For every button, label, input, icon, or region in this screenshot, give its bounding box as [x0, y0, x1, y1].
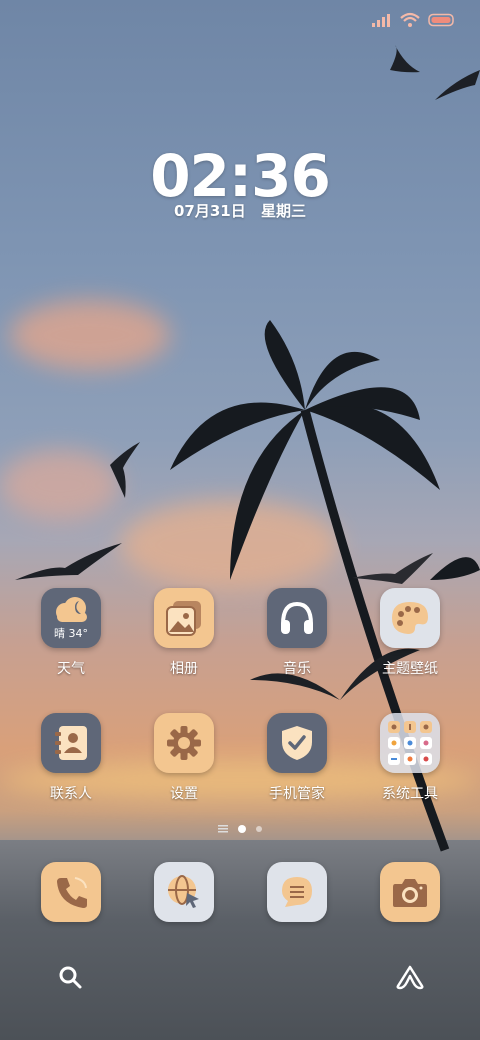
- weather-icon: 晴 34°: [41, 588, 101, 648]
- app-label: 设置: [170, 786, 198, 802]
- app-themes[interactable]: 主题壁纸: [360, 588, 460, 678]
- battery-icon: [428, 13, 454, 27]
- shield-icon: [282, 726, 312, 760]
- app-weather[interactable]: 晴 34° 天气: [21, 588, 121, 678]
- app-security[interactable]: 手机管家: [247, 713, 347, 803]
- browser-app[interactable]: [154, 862, 214, 922]
- signal-icon: [372, 14, 390, 27]
- home-screen: 02:36 07月31日 星期三 晴 34° 天气 相册 音乐 主题壁纸 联系人…: [0, 0, 480, 1040]
- gear-icon: [167, 726, 201, 760]
- security-icon: [267, 713, 327, 773]
- app-label: 系统工具: [382, 786, 438, 802]
- wifi-icon: [400, 12, 420, 27]
- app-label: 主题壁纸: [382, 661, 438, 677]
- page-dot-active: [238, 825, 246, 833]
- themes-icon: [380, 588, 440, 648]
- address-book-icon: [55, 726, 87, 760]
- camera-icon: [393, 879, 427, 907]
- page-indicator[interactable]: [0, 825, 480, 833]
- camera-app[interactable]: [380, 862, 440, 922]
- settings-icon: [154, 713, 214, 773]
- headphones-icon: [281, 601, 313, 634]
- search-icon: [59, 966, 82, 989]
- app-settings[interactable]: 设置: [134, 713, 234, 803]
- messages-icon: [282, 877, 312, 907]
- app-music[interactable]: 音乐: [247, 588, 347, 678]
- cloud-moon-icon: [56, 597, 87, 622]
- clock-date[interactable]: 07月31日 星期三: [0, 200, 480, 221]
- messages-app[interactable]: [267, 862, 327, 922]
- phone-app[interactable]: [41, 862, 101, 922]
- status-bar: [372, 12, 456, 28]
- app-gallery[interactable]: 相册: [134, 588, 234, 678]
- weather-text: 晴 34°: [54, 627, 88, 640]
- assistant-icon: [396, 965, 424, 990]
- contacts-icon: [41, 713, 101, 773]
- folder-icon: [380, 713, 440, 773]
- app-label: 音乐: [283, 661, 311, 677]
- photo-icon: [166, 601, 201, 636]
- cloud-decoration: [0, 450, 120, 520]
- bird-silhouettes: [390, 45, 480, 100]
- phone-icon: [57, 877, 87, 908]
- weekday-text: 星期三: [260, 202, 306, 220]
- app-label: 联系人: [50, 786, 92, 802]
- search-button[interactable]: [55, 962, 85, 992]
- minus-one-screen-icon: [218, 825, 228, 833]
- app-label: 天气: [57, 661, 85, 677]
- bird-silhouette: [110, 442, 140, 498]
- browser-icon: [168, 875, 199, 908]
- app-label: 相册: [170, 661, 198, 677]
- app-label: 手机管家: [269, 786, 325, 802]
- cloud-decoration: [10, 300, 170, 370]
- assistant-button[interactable]: [395, 962, 425, 992]
- mini-app-grid-icon: [388, 721, 432, 765]
- page-dot: [256, 826, 262, 832]
- date-text: 07月31日: [174, 202, 246, 220]
- bird-silhouette: [352, 553, 433, 584]
- palette-icon: [392, 602, 428, 634]
- music-icon: [267, 588, 327, 648]
- gallery-icon: [154, 588, 214, 648]
- app-contacts[interactable]: 联系人: [21, 713, 121, 803]
- bird-silhouette: [15, 543, 122, 580]
- folder-system-tools[interactable]: 系统工具: [360, 713, 460, 803]
